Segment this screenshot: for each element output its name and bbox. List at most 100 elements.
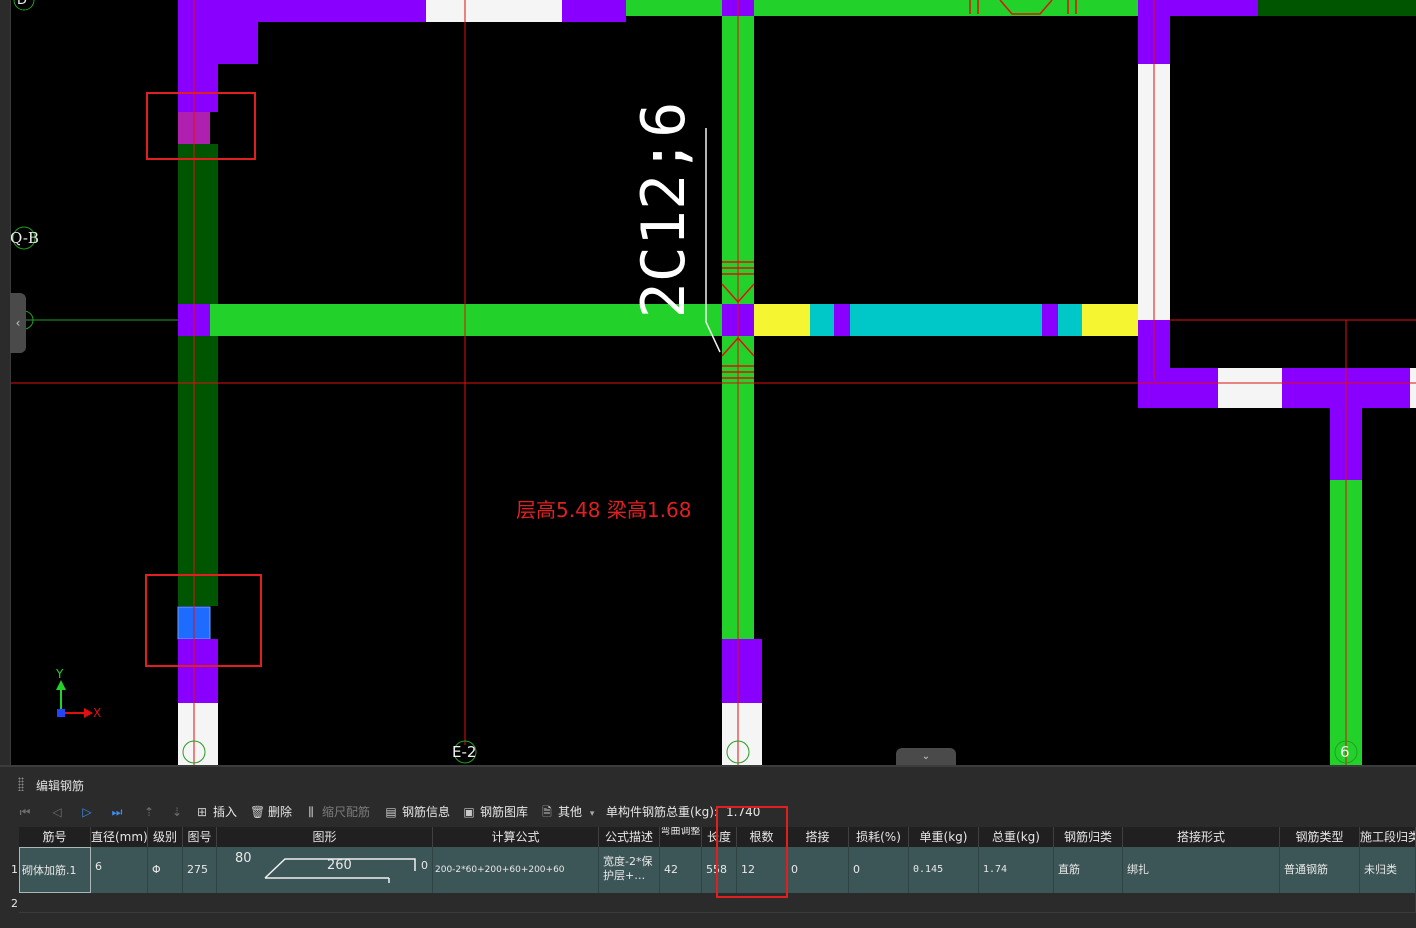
cell-diameter[interactable]: 6: [91, 847, 148, 893]
col-header-diameter[interactable]: 直径(mm): [91, 827, 148, 847]
shape-dim-right[interactable]: 0: [421, 847, 428, 889]
other-dropdown[interactable]: 🗎 其他 ▾: [540, 799, 594, 825]
scale-rebar-button[interactable]: ⫼ 缩尺配筋: [304, 799, 370, 825]
floor-height-note: 层高5.48 梁高1.68: [516, 498, 692, 522]
bars-icon: ⫼: [308, 805, 314, 819]
insert-icon: ⊞: [196, 805, 208, 819]
edit-rebar-panel: 编辑钢筋 ⏮ ◁ ▷ ⏭ ⇡ ⇣ ⊞ 插入 🗑 删除 ⫼ 缩尺配筋 ▤ 钢筋信息 ▣ 钢筋…: [0, 765, 1416, 928]
collapse-bottom-tab[interactable]: ⌄: [896, 748, 956, 765]
right-bottom-white: [1218, 368, 1282, 408]
total-weight-label: 单构件钢筋总重(kg):: [606, 805, 718, 819]
move-down-icon[interactable]: ⇣: [168, 803, 186, 821]
col-header-construction[interactable]: 施工段归类: [1360, 827, 1416, 847]
top-beam-green: [626, 0, 1138, 16]
prev-record-icon[interactable]: ◁: [48, 803, 66, 821]
right-top-dark-green: [1258, 0, 1416, 16]
col-header-loss[interactable]: 损耗(%): [849, 827, 909, 847]
cell-shape[interactable]: 80 260 0: [217, 847, 433, 893]
row-number[interactable]: 1: [10, 863, 19, 876]
col-header-lap-type[interactable]: 搭接形式: [1123, 827, 1280, 847]
drag-grip-icon[interactable]: [18, 777, 24, 791]
cell-construction[interactable]: 未归类: [1360, 847, 1416, 893]
mid-beam-cyan-3: [1058, 304, 1082, 336]
col-header-bend-adjust[interactable]: 弯曲调整: [660, 827, 702, 847]
mid-beam-cyan-2: [850, 304, 1042, 336]
cell-formula[interactable]: 200-2*60+200+60+200+60: [433, 847, 599, 893]
left-wall-dark-green: [178, 144, 218, 304]
col-header-unit-weight[interactable]: 单重(kg): [909, 827, 979, 847]
mid-beam-cyan-1: [810, 304, 834, 336]
cell-total-weight[interactable]: 1.74: [979, 847, 1054, 893]
left-wall-dark-green-2: [178, 336, 218, 606]
center-wall-purple: [722, 639, 762, 703]
delete-button[interactable]: 🗑 删除: [250, 799, 292, 825]
col-header-formula-desc[interactable]: 公式描述: [599, 827, 660, 847]
col-header-shape[interactable]: 图形: [217, 827, 433, 847]
col-header-formula[interactable]: 计算公式: [433, 827, 599, 847]
left-side-strip: [0, 0, 11, 765]
axis-label-d: D: [17, 0, 28, 8]
right-bottom-white-2: [1410, 368, 1416, 408]
top-beam-purple: [258, 0, 426, 22]
move-up-icon[interactable]: ⇡: [140, 803, 158, 821]
cell-bend-adjust[interactable]: 42: [660, 847, 702, 893]
dropdown-arrow-icon: ▾: [589, 809, 595, 819]
mid-beam-yellow-2: [1082, 304, 1138, 336]
panel-toolbar: ⏮ ◁ ▷ ⏭ ⇡ ⇣ ⊞ 插入 🗑 删除 ⫼ 缩尺配筋 ▤ 钢筋信息 ▣ 钢筋图库 🗎 其…: [0, 799, 1416, 825]
axis-label-6: 6: [1340, 743, 1350, 761]
info-table-icon: ▤: [385, 805, 397, 819]
ucs-y-label: Y: [56, 667, 64, 681]
highlight-box-top: [146, 92, 256, 160]
chevron-down-icon: ⌄: [921, 751, 931, 762]
chevron-left-icon: ‹: [15, 316, 21, 330]
cell-loss[interactable]: 0: [849, 847, 909, 893]
ucs-x-label: X: [93, 706, 102, 720]
cell-unit-weight[interactable]: 0.145: [909, 847, 979, 893]
row-number[interactable]: 2: [10, 897, 19, 910]
col-header-figure-no[interactable]: 图号: [183, 827, 217, 847]
library-icon: ▣: [463, 805, 475, 819]
shape-dim-left[interactable]: 80: [235, 847, 252, 882]
next-record-icon[interactable]: ▷: [78, 803, 96, 821]
rebar-library-button[interactable]: ▣ 钢筋图库: [462, 799, 528, 825]
insert-button[interactable]: ⊞ 插入: [195, 799, 237, 825]
cell-figure-no[interactable]: 275: [183, 847, 217, 893]
rebar-annotation: 2C12;6: [629, 101, 699, 319]
right-top-purple: [1170, 0, 1258, 16]
cell-lap[interactable]: 0: [787, 847, 849, 893]
mid-beam-yellow-1: [754, 304, 810, 336]
cell-formula-desc[interactable]: 宽度-2*保护层+…: [599, 847, 660, 893]
col-header-grade[interactable]: 级别: [148, 827, 183, 847]
axis-label-qb: Q-B: [10, 229, 39, 247]
col-header-name[interactable]: 筋号: [19, 827, 91, 847]
cad-canvas[interactable]: D Q-B E-2 6 2C12;6 层高5.48 梁高1.68 Y X ‹ ⌄: [0, 0, 1416, 765]
rebar-table: 筋号 直径(mm) 级别 图号 图形 计算公式 公式描述 弯曲调整 长度 根数 …: [10, 806, 1416, 928]
collapse-left-tab[interactable]: ‹: [10, 293, 26, 353]
top-beam-purple-2: [562, 0, 626, 22]
last-record-icon[interactable]: ⏭: [108, 803, 126, 821]
first-record-icon[interactable]: ⏮: [16, 803, 34, 821]
col-header-total-weight[interactable]: 总重(kg): [979, 827, 1054, 847]
document-icon: 🗎: [542, 805, 552, 819]
highlight-box-bottom: [145, 574, 262, 667]
col-header-category[interactable]: 钢筋归类: [1054, 827, 1123, 847]
cell-name[interactable]: 砌体加筋.1: [19, 847, 91, 893]
ucs-icon: [56, 680, 93, 718]
top-beam-white: [426, 0, 562, 22]
cell-grade[interactable]: Φ: [148, 847, 183, 893]
axis-label-e2: E-2: [452, 743, 477, 761]
shape-dim-mid[interactable]: 260: [327, 847, 352, 889]
col-header-rebar-type[interactable]: 钢筋类型: [1280, 827, 1360, 847]
right-bottom-purple: [1138, 368, 1218, 408]
cell-category[interactable]: 直筋: [1054, 847, 1123, 893]
panel-header: 编辑钢筋: [0, 773, 1416, 795]
panel-title: 编辑钢筋: [36, 779, 85, 793]
top-left-corner-purple: [218, 0, 258, 64]
trash-icon: 🗑: [250, 805, 266, 819]
mid-beam-purple-3: [1042, 304, 1058, 336]
rebar-info-button[interactable]: ▤ 钢筋信息: [384, 799, 450, 825]
cell-rebar-type[interactable]: 普通钢筋: [1280, 847, 1360, 893]
cell-lap-type[interactable]: 绑扎: [1123, 847, 1280, 893]
mid-beam-purple-2: [834, 304, 850, 336]
col-header-lap[interactable]: 搭接: [787, 827, 849, 847]
